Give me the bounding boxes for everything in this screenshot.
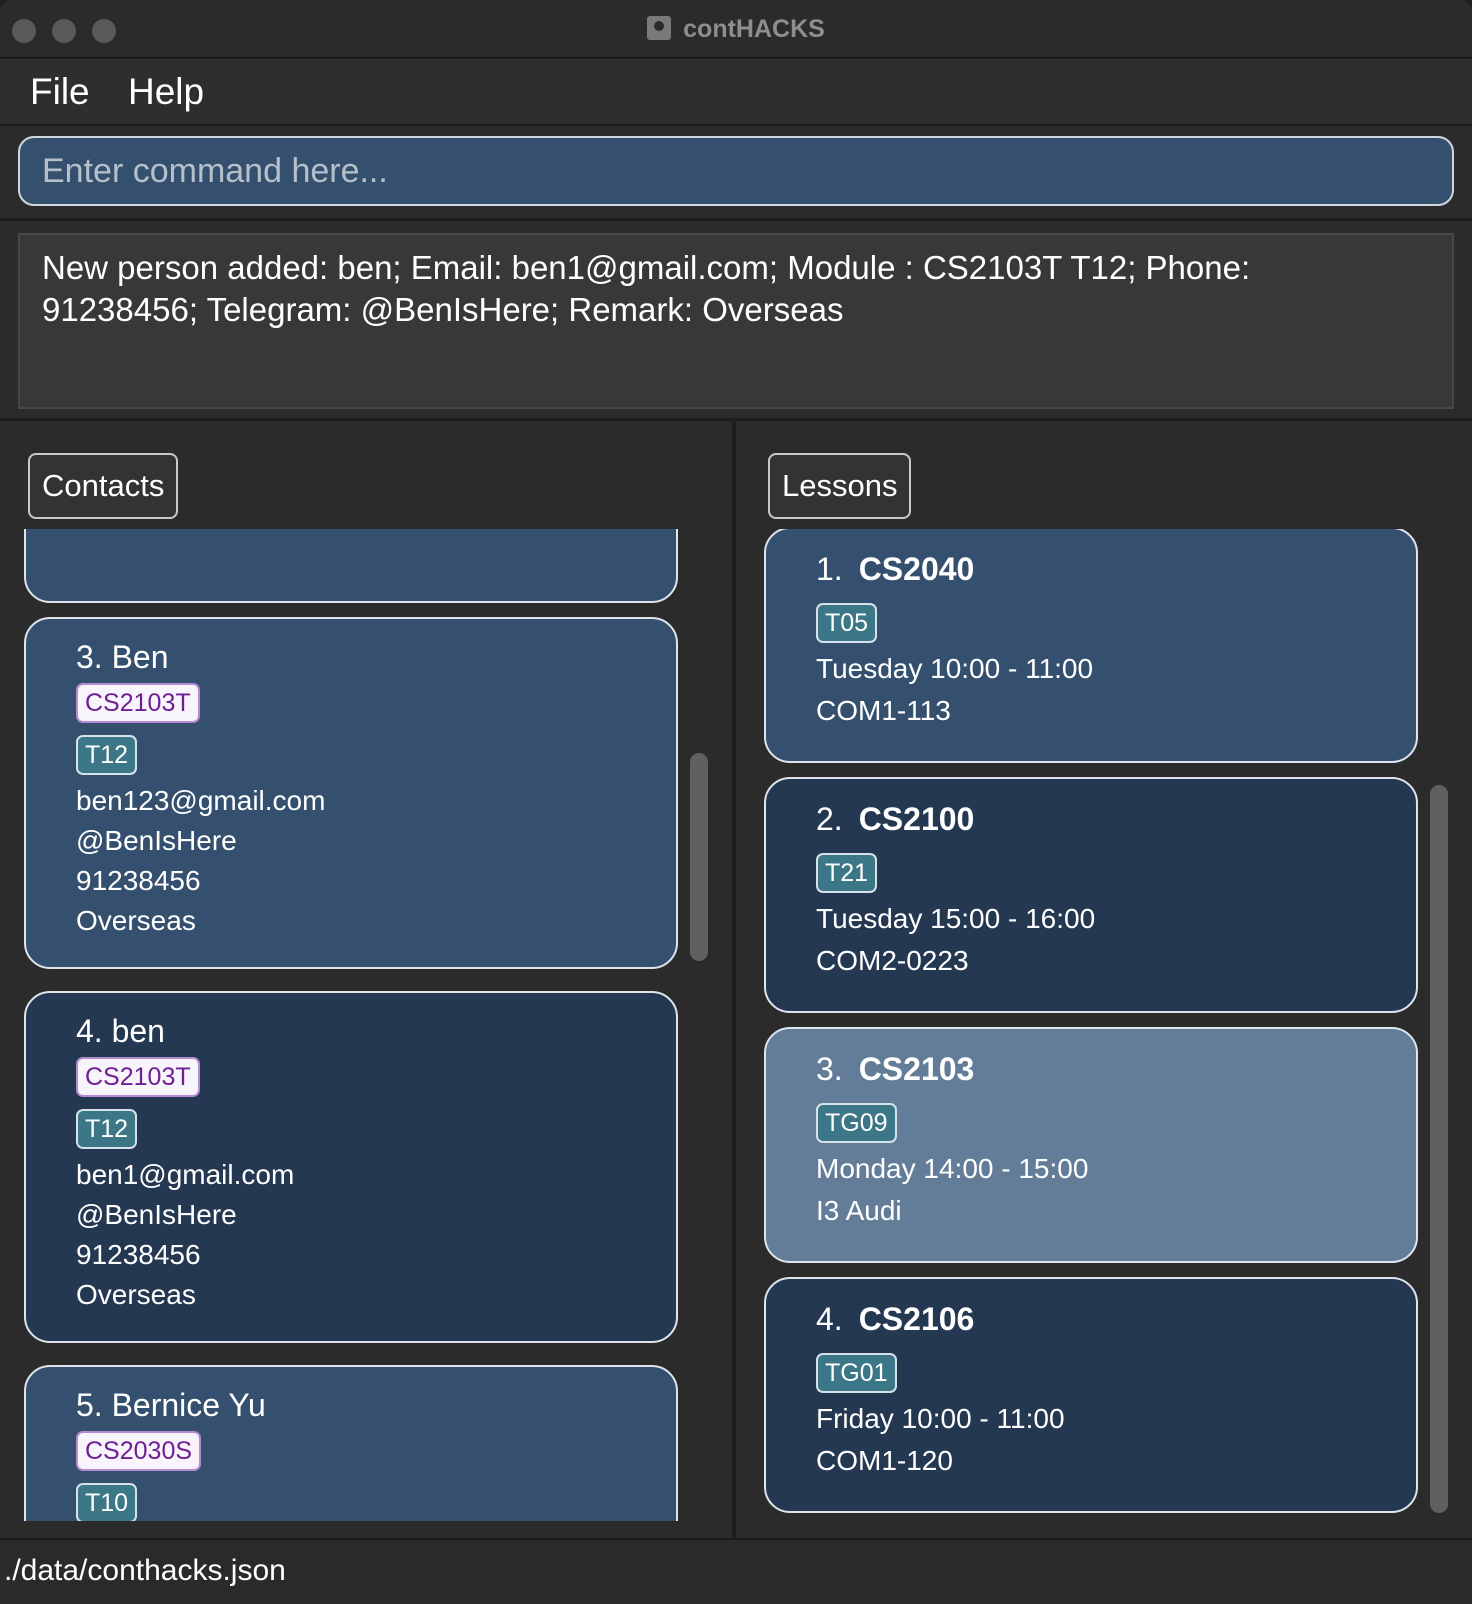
data-file-path: ./data/conthacks.json [4,1554,286,1587]
lesson-group-tag: TG09 [816,1103,897,1143]
window-title: contHACKS [0,15,1472,44]
menu-help[interactable]: Help [128,71,204,113]
contacts-app-icon [647,16,672,40]
contact-card[interactable]: 3. Ben CS2103T T12 ben123@gmail.com @Ben… [24,617,678,969]
lesson-code: CS2103 [858,1051,975,1087]
contact-phone: 91238456 [76,1239,201,1270]
lesson-number: 1. [816,551,843,587]
contact-email: ben1@gmail.com [76,1159,295,1190]
lesson-number: 3. [816,1051,843,1087]
lesson-title: 1. CS2040 [816,551,974,588]
contact-card[interactable]: 5. Bernice Yu CS2030S T10 [24,1365,678,1521]
result-display: New person added: ben; Email: ben1@gmail… [18,233,1454,409]
lesson-number: 2. [816,801,843,837]
lesson-venue: COM1-120 [816,1445,953,1476]
lesson-card[interactable]: 2. CS2100 T21 Tuesday 15:00 - 16:00 COM2-… [764,777,1418,1013]
lesson-code: CS2100 [858,801,975,837]
lesson-code: CS2040 [858,551,975,587]
result-line: 91238456; Telegram: @BenIsHere; Remark: … [42,291,844,328]
module-tag: CS2103T [76,683,200,723]
lesson-card-selected[interactable]: 3. CS2103 TG09 Monday 14:00 - 15:00 I3 Au… [764,1027,1418,1263]
lesson-title: 3. CS2103 [816,1051,974,1088]
group-tag: T12 [76,735,138,775]
lesson-title: 4. CS2106 [816,1301,974,1338]
contact-remark: Overseas [76,1279,196,1310]
menu-bar: File Help [0,59,1472,125]
contact-email: ben123@gmail.com [76,785,326,816]
command-input[interactable] [18,136,1454,206]
menu-file[interactable]: File [30,71,90,113]
lesson-time: Friday 10:00 - 11:00 [816,1403,1065,1434]
lessons-label: Lessons [768,453,912,519]
title-bar: contHACKS [0,0,1472,58]
contacts-scrollbar[interactable] [690,753,708,961]
contact-name: 3. Ben [76,639,169,675]
contact-name: 5. Bernice Yu [76,1387,266,1423]
contacts-list[interactable]: 3. Ben CS2103T T12 ben123@gmail.com @Ben… [24,529,724,1521]
result-area: New person added: ben; Email: ben1@gmail… [0,218,1472,418]
group-tag: T10 [76,1483,138,1521]
pane-divider[interactable] [732,421,736,1541]
contact-card[interactable] [24,529,678,603]
module-tag: CS2103T [76,1057,200,1097]
lesson-code: CS2106 [858,1301,975,1337]
result-line: New person added: ben; Email: ben1@gmail… [42,249,1251,286]
lesson-group-tag: T05 [816,603,878,643]
contact-name: 4. ben [76,1013,165,1049]
lesson-venue: COM2-0223 [816,945,969,976]
module-tag: CS2030S [76,1431,202,1471]
lesson-card[interactable]: 1. CS2040 T05 Tuesday 10:00 - 11:00 COM1-… [764,529,1418,763]
contacts-label: Contacts [28,453,179,519]
command-area [0,126,1472,218]
contact-phone: 91238456 [76,865,201,896]
lesson-venue: COM1-113 [816,695,951,726]
contact-card[interactable]: 4. ben CS2103T T12 ben1@gmail.com @BenIs… [24,991,678,1343]
status-bar: ./data/conthacks.json [0,1538,1472,1604]
lesson-card[interactable]: 4. CS2106 TG01 Friday 10:00 - 11:00 COM1-… [764,1277,1418,1513]
lessons-list[interactable]: 1. CS2040 T05 Tuesday 10:00 - 11:00 COM1-… [764,529,1424,1529]
lesson-group-tag: TG01 [816,1353,897,1393]
contact-telegram: @BenIsHere [76,1199,237,1230]
window-title-text: contHACKS [683,15,825,43]
contact-remark: Overseas [76,905,196,936]
lesson-group-tag: T21 [816,853,878,893]
lesson-time: Tuesday 10:00 - 11:00 [816,653,1094,684]
lesson-title: 2. CS2100 [816,801,974,838]
lesson-number: 4. [816,1301,843,1337]
lessons-scrollbar[interactable] [1430,785,1448,1513]
group-tag: T12 [76,1109,138,1149]
lesson-time: Tuesday 15:00 - 16:00 [816,903,1096,934]
lesson-venue: I3 Audi [816,1195,902,1226]
contact-telegram: @BenIsHere [76,825,237,856]
lesson-time: Monday 14:00 - 15:00 [816,1153,1089,1184]
main-panes: Contacts 3. Ben CS2103T T12 ben123@gmail… [0,418,1472,1541]
